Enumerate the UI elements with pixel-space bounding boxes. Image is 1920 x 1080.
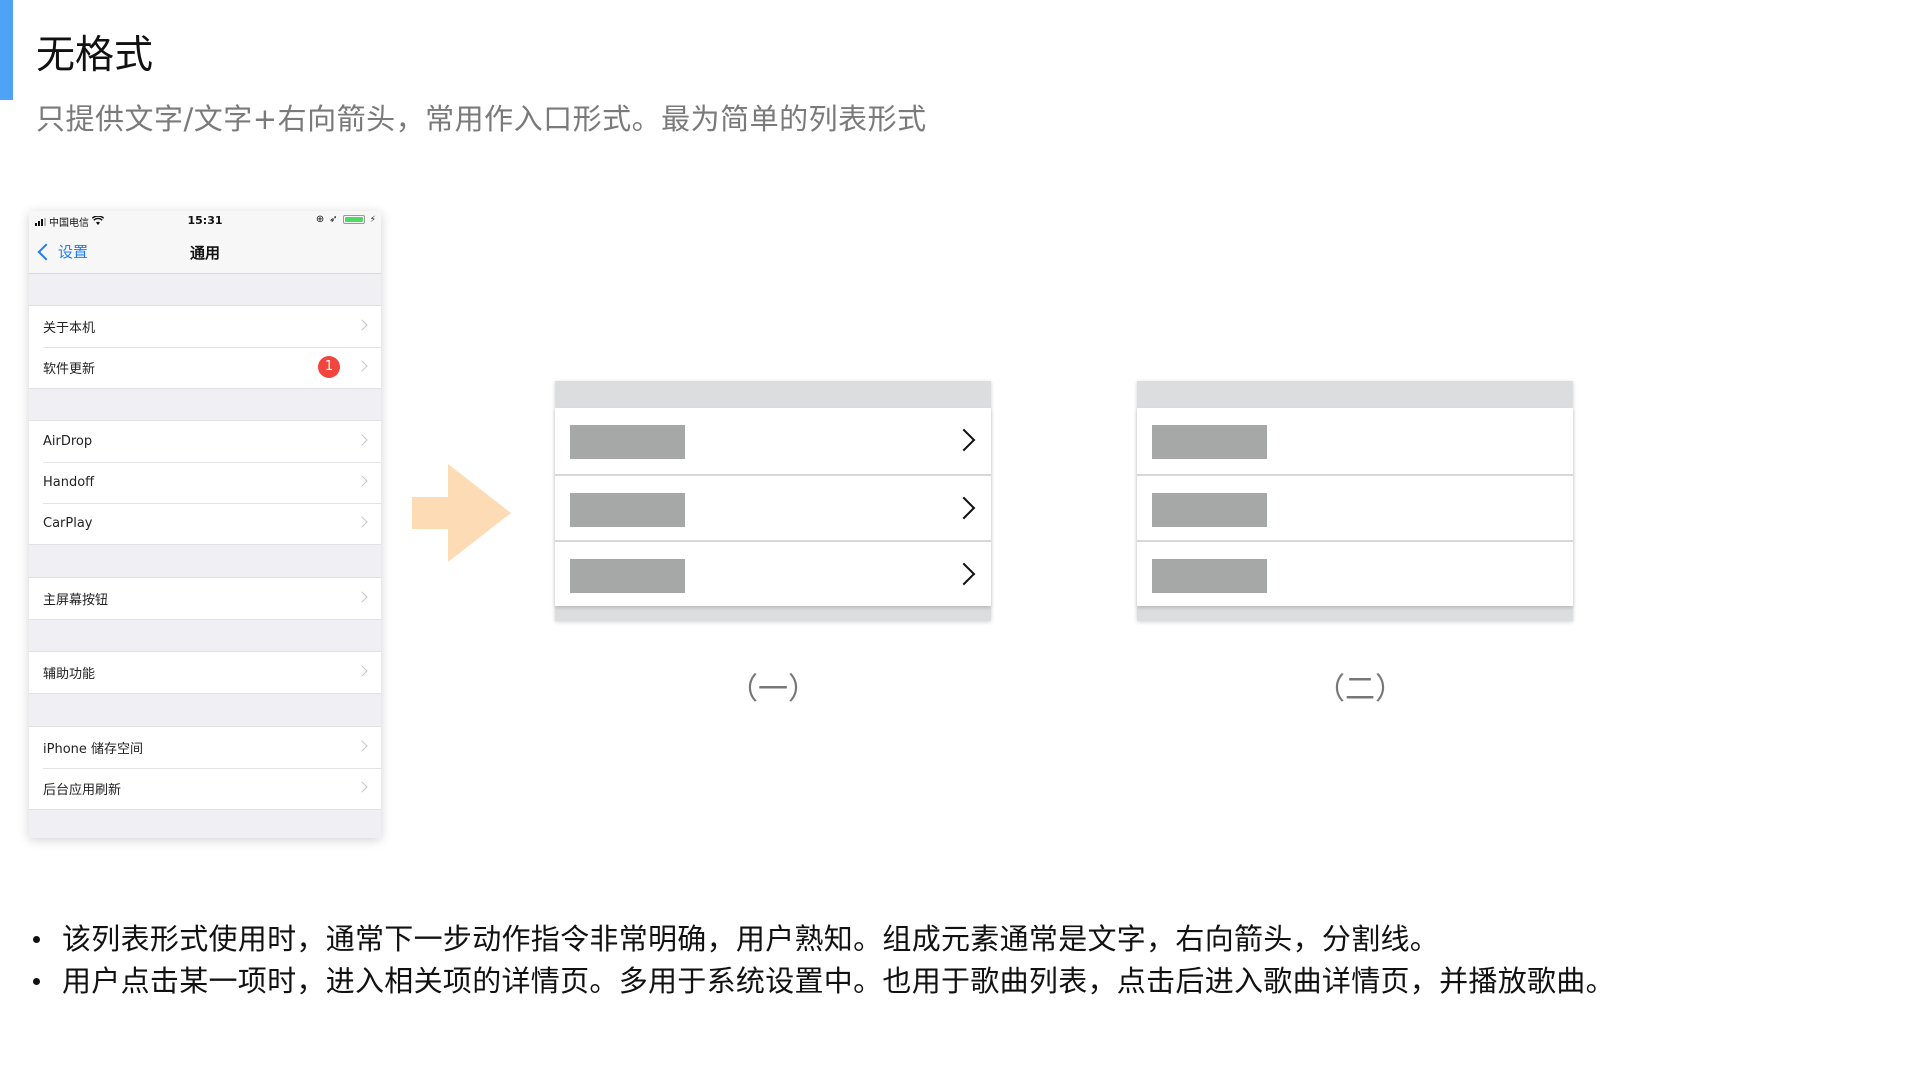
location-icon: ➶ [329, 214, 338, 225]
settings-row-airdrop[interactable]: AirDrop [29, 421, 381, 462]
wireframe-list-text-only [1137, 381, 1573, 621]
chevron-right-icon [356, 591, 368, 603]
description-item: 用户点击某一项时，进入相关项的详情页。多用于系统设置中。也用于歌曲列表，点击后进… [30, 960, 1615, 1002]
chevron-right-icon [356, 516, 368, 528]
wireframe-row[interactable] [1137, 540, 1573, 606]
notification-badge: 1 [318, 356, 340, 378]
settings-row-carplay[interactable]: CarPlay [29, 503, 381, 544]
page-title: 无格式 [36, 33, 154, 78]
charging-icon: ⚡ [369, 214, 376, 225]
settings-row-storage[interactable]: iPhone 储存空间 [29, 727, 381, 768]
wireframe-row[interactable] [555, 540, 991, 606]
row-label: CarPlay [43, 516, 93, 531]
nav-title: 通用 [189, 244, 220, 262]
wireframe-rows [555, 408, 991, 606]
text-placeholder [1152, 493, 1267, 527]
wireframe-row[interactable] [1137, 474, 1573, 540]
text-placeholder [1152, 425, 1267, 459]
battery-icon [342, 215, 365, 224]
chevron-right-icon [356, 434, 368, 446]
description-item: 该列表形式使用时，通常下一步动作指令非常明确，用户熟知。组成元素通常是文字，右向… [30, 918, 1615, 960]
chevron-right-icon [356, 360, 368, 372]
chevron-right-icon [356, 475, 368, 487]
settings-row-handoff[interactable]: Handoff [29, 462, 381, 503]
wireframe-list-with-arrows [555, 381, 991, 621]
row-label: 辅助功能 [43, 667, 96, 682]
settings-row-home-button[interactable]: 主屏幕按钮 [29, 578, 381, 619]
chevron-right-icon [356, 665, 368, 677]
wireframe-caption: （二） [1315, 672, 1405, 707]
chevron-right-icon [952, 562, 976, 586]
arrow-right-icon [412, 464, 511, 562]
settings-group: AirDrop Handoff CarPlay [29, 420, 381, 545]
settings-group: 主屏幕按钮 [29, 577, 381, 620]
settings-group: iPhone 储存空间 后台应用刷新 [29, 726, 381, 810]
accent-bar [0, 0, 13, 100]
wireframe-caption: （一） [728, 672, 818, 707]
row-label: 后台应用刷新 [43, 783, 122, 798]
settings-row-accessibility[interactable]: 辅助功能 [29, 652, 381, 693]
wireframe-row[interactable] [555, 474, 991, 540]
page-subtitle: 只提供文字/文字+右向箭头，常用作入口形式。最为简单的列表形式 [36, 102, 927, 136]
chevron-right-icon [356, 319, 368, 331]
wireframe-rows [1137, 408, 1573, 606]
row-label: 主屏幕按钮 [43, 593, 109, 608]
nav-bar: 设置 通用 [29, 231, 381, 274]
row-label: AirDrop [43, 434, 93, 449]
description-list: 该列表形式使用时，通常下一步动作指令非常明确，用户熟知。组成元素通常是文字，右向… [30, 918, 1615, 1002]
row-label: iPhone 储存空间 [43, 742, 144, 757]
text-placeholder [570, 559, 685, 593]
text-placeholder [570, 493, 685, 527]
settings-group: 关于本机 软件更新 1 [29, 305, 381, 389]
settings-row-software-update[interactable]: 软件更新 1 [29, 347, 381, 388]
settings-group: 辅助功能 [29, 651, 381, 694]
row-label: 软件更新 [43, 362, 96, 377]
text-placeholder [1152, 559, 1267, 593]
orientation-lock-icon: ⊕ [315, 214, 325, 225]
chevron-right-icon [952, 496, 976, 520]
wireframe-row[interactable] [555, 408, 991, 474]
chevron-right-icon [356, 781, 368, 793]
phone-screenshot: 中国电信 15:31 ⊕ ➶ ⚡ 设置 通用 关于本机 软件更新 1 AirDr… [29, 211, 381, 838]
wireframe-row[interactable] [1137, 408, 1573, 474]
text-placeholder [570, 425, 685, 459]
chevron-right-icon [952, 428, 976, 452]
settings-row-background-refresh[interactable]: 后台应用刷新 [29, 768, 381, 809]
status-bar: 中国电信 15:31 ⊕ ➶ ⚡ [29, 211, 381, 231]
row-label: Handoff [43, 475, 95, 490]
row-label: 关于本机 [43, 321, 96, 336]
chevron-right-icon [356, 740, 368, 752]
settings-row-about[interactable]: 关于本机 [29, 306, 381, 347]
